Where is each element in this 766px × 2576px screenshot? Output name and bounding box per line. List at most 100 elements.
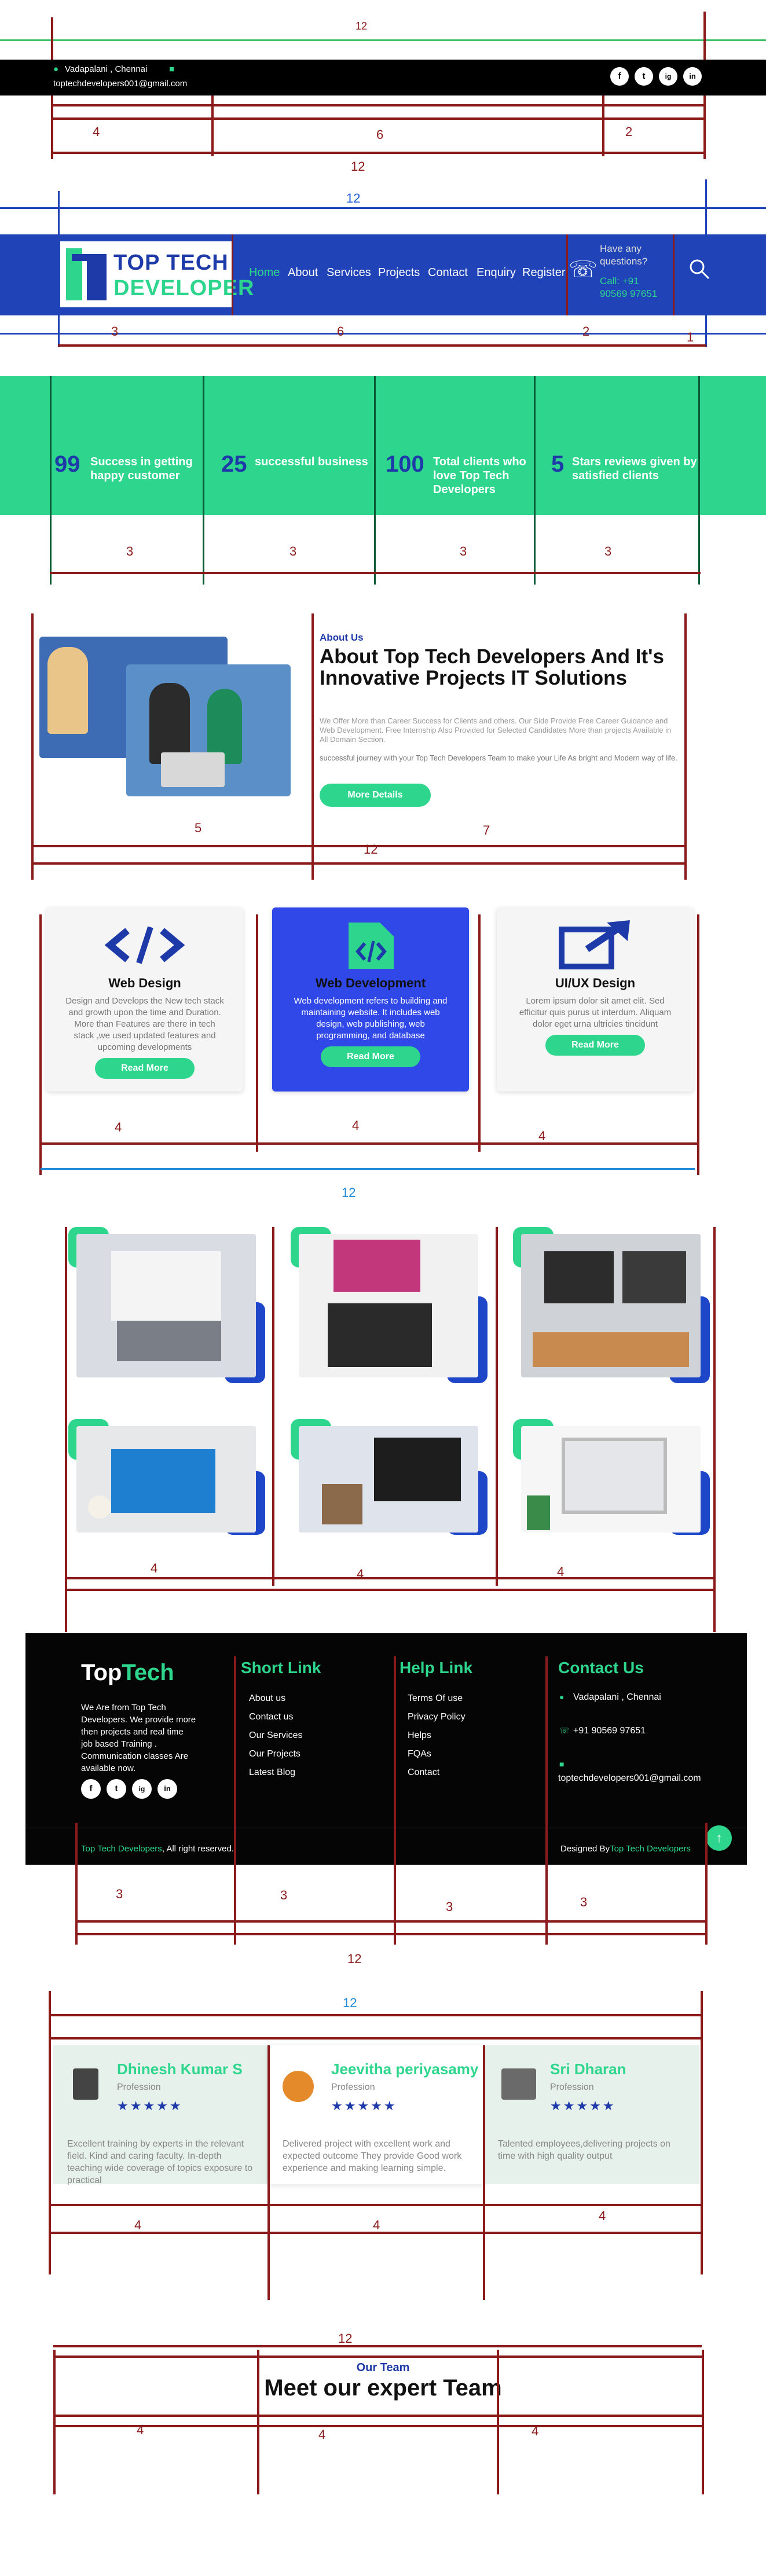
- guide-line: [49, 2014, 703, 2016]
- guide-line: [58, 344, 706, 347]
- topbar-location: Vadapalani , Chennai: [65, 64, 148, 74]
- testimonial-name: Sri Dharan: [550, 2060, 626, 2078]
- footer-link[interactable]: FQAs: [408, 1749, 431, 1759]
- footer-link[interactable]: Our Projects: [249, 1749, 300, 1759]
- footer-about: We Are from Top Tech Developers. We prov…: [81, 1703, 196, 1773]
- col-label: 1: [687, 330, 694, 344]
- nav-about[interactable]: About: [288, 266, 318, 280]
- guide-line: [53, 2350, 56, 2494]
- testimonial-text: Delivered project with excellent work an…: [283, 2139, 462, 2173]
- read-more-button[interactable]: Read More: [95, 1058, 195, 1079]
- footer-link[interactable]: Our Services: [249, 1730, 302, 1741]
- email-icon: ■: [169, 64, 175, 74]
- header-call[interactable]: Call: +91 90569 97651: [600, 275, 664, 300]
- testimonial-name: Jeevitha periyasamy: [331, 2060, 479, 2078]
- grid-total-label: 12: [351, 159, 365, 174]
- guide-line: [51, 152, 705, 154]
- guide-line: [267, 2045, 270, 2300]
- team-kicker: Our Team: [356, 2361, 410, 2374]
- guide-line: [65, 1577, 713, 1579]
- topbar-email[interactable]: toptechdevelopers001@gmail.com: [53, 79, 187, 89]
- grid-total-label: 12: [355, 20, 368, 32]
- service-desc: Lorem ipsum dolor sit amet elit. Sed eff…: [519, 996, 672, 1029]
- testimonial-text: Excellent training by experts in the rel…: [67, 2139, 253, 2185]
- col-label: 6: [337, 324, 344, 339]
- back-to-top-button[interactable]: ↑: [706, 1825, 732, 1851]
- col-label: 6: [376, 127, 384, 142]
- project-image[interactable]: [68, 1419, 265, 1535]
- location-icon: ●: [53, 64, 59, 74]
- star-rating: ★★★★★: [331, 2099, 397, 2113]
- col-label: 3: [111, 324, 119, 339]
- guide-line: [496, 1227, 498, 1586]
- twitter-icon[interactable]: t: [107, 1779, 126, 1799]
- instagram-icon[interactable]: ig: [132, 1779, 152, 1799]
- guide-line: [256, 914, 258, 1152]
- footer-link[interactable]: Contact: [408, 1767, 439, 1778]
- linkedin-icon[interactable]: in: [683, 67, 702, 86]
- project-image[interactable]: [513, 1419, 710, 1535]
- about-image: [39, 637, 291, 799]
- designed-by-brand[interactable]: Top Tech Developers: [610, 1844, 691, 1854]
- guide-line: [31, 845, 686, 847]
- nav-enquiry[interactable]: Enquiry: [477, 266, 516, 280]
- designed-by-label: Designed By: [560, 1844, 610, 1854]
- facebook-icon[interactable]: f: [610, 67, 629, 86]
- col-label: 4: [599, 2208, 606, 2223]
- nav-services[interactable]: Services: [327, 266, 371, 280]
- logo-text-top: TOP TECH: [113, 251, 229, 275]
- twitter-icon[interactable]: t: [635, 67, 653, 86]
- footer-link[interactable]: Latest Blog: [249, 1767, 295, 1778]
- guide-line: [49, 2204, 703, 2206]
- guide-line: [51, 117, 705, 120]
- service-desc: Design and Develops the New tech stack a…: [65, 996, 224, 1052]
- testimonial-profession: Profession: [550, 2082, 594, 2092]
- grid-total-label: 12: [346, 191, 361, 205]
- guide-line: [53, 2355, 702, 2358]
- footer-link[interactable]: Helps: [408, 1730, 431, 1741]
- short-link-title: Short Link: [241, 1659, 321, 1677]
- avatar: [283, 2071, 314, 2102]
- nav-contact[interactable]: Contact: [428, 266, 468, 280]
- testimonial-profession: Profession: [117, 2082, 161, 2092]
- guide-line: [51, 104, 705, 106]
- project-image[interactable]: [291, 1227, 488, 1383]
- more-details-button[interactable]: More Details: [320, 784, 431, 807]
- star-rating: ★★★★★: [550, 2099, 616, 2113]
- footer-link[interactable]: About us: [249, 1693, 285, 1704]
- linkedin-icon[interactable]: in: [157, 1779, 177, 1799]
- nav-register[interactable]: Register: [522, 266, 565, 280]
- nav-projects[interactable]: Projects: [378, 266, 420, 280]
- footer-phone[interactable]: +91 90569 97651: [573, 1726, 646, 1736]
- copyright-brand[interactable]: Top Tech Developers: [81, 1844, 162, 1854]
- designed-by: Designed ByTop Tech Developers: [560, 1844, 691, 1854]
- col-label: 3: [446, 1899, 453, 1914]
- stat-number: 99: [54, 451, 80, 477]
- guide-line: [75, 1933, 706, 1935]
- col-label: 4: [557, 1564, 565, 1579]
- search-icon[interactable]: [688, 258, 711, 281]
- col-label: 4: [137, 2423, 144, 2437]
- read-more-button[interactable]: Read More: [545, 1035, 645, 1056]
- read-more-button[interactable]: Read More: [321, 1046, 420, 1067]
- grid-total-label: 12: [338, 2331, 353, 2346]
- code-file-icon: [345, 920, 396, 971]
- project-image[interactable]: [513, 1227, 710, 1383]
- logo[interactable]: TOP TECH DEVELOPER: [60, 241, 254, 307]
- grid-guide-cyan-line: [41, 1168, 695, 1170]
- instagram-icon[interactable]: ig: [659, 67, 677, 86]
- col-label: 4: [352, 1118, 360, 1133]
- facebook-icon[interactable]: f: [81, 1779, 101, 1799]
- footer-link[interactable]: Privacy Policy: [408, 1712, 466, 1722]
- nav-home[interactable]: Home: [249, 266, 280, 280]
- project-image[interactable]: [291, 1419, 488, 1535]
- about-para: We Offer More than Career Success for Cl…: [320, 716, 672, 744]
- footer-link[interactable]: Terms Of use: [408, 1693, 463, 1704]
- logo-mark-icon: [66, 248, 107, 300]
- testimonial-text: Talented employees,delivering projects o…: [498, 2139, 670, 2161]
- stat-label: Total clients who love Top Tech Develope…: [433, 455, 526, 496]
- footer-email[interactable]: toptechdevelopers001@gmail.com: [558, 1773, 701, 1784]
- footer-link[interactable]: Contact us: [249, 1712, 293, 1722]
- project-image[interactable]: [68, 1227, 265, 1383]
- stat-label: successful business: [255, 455, 368, 468]
